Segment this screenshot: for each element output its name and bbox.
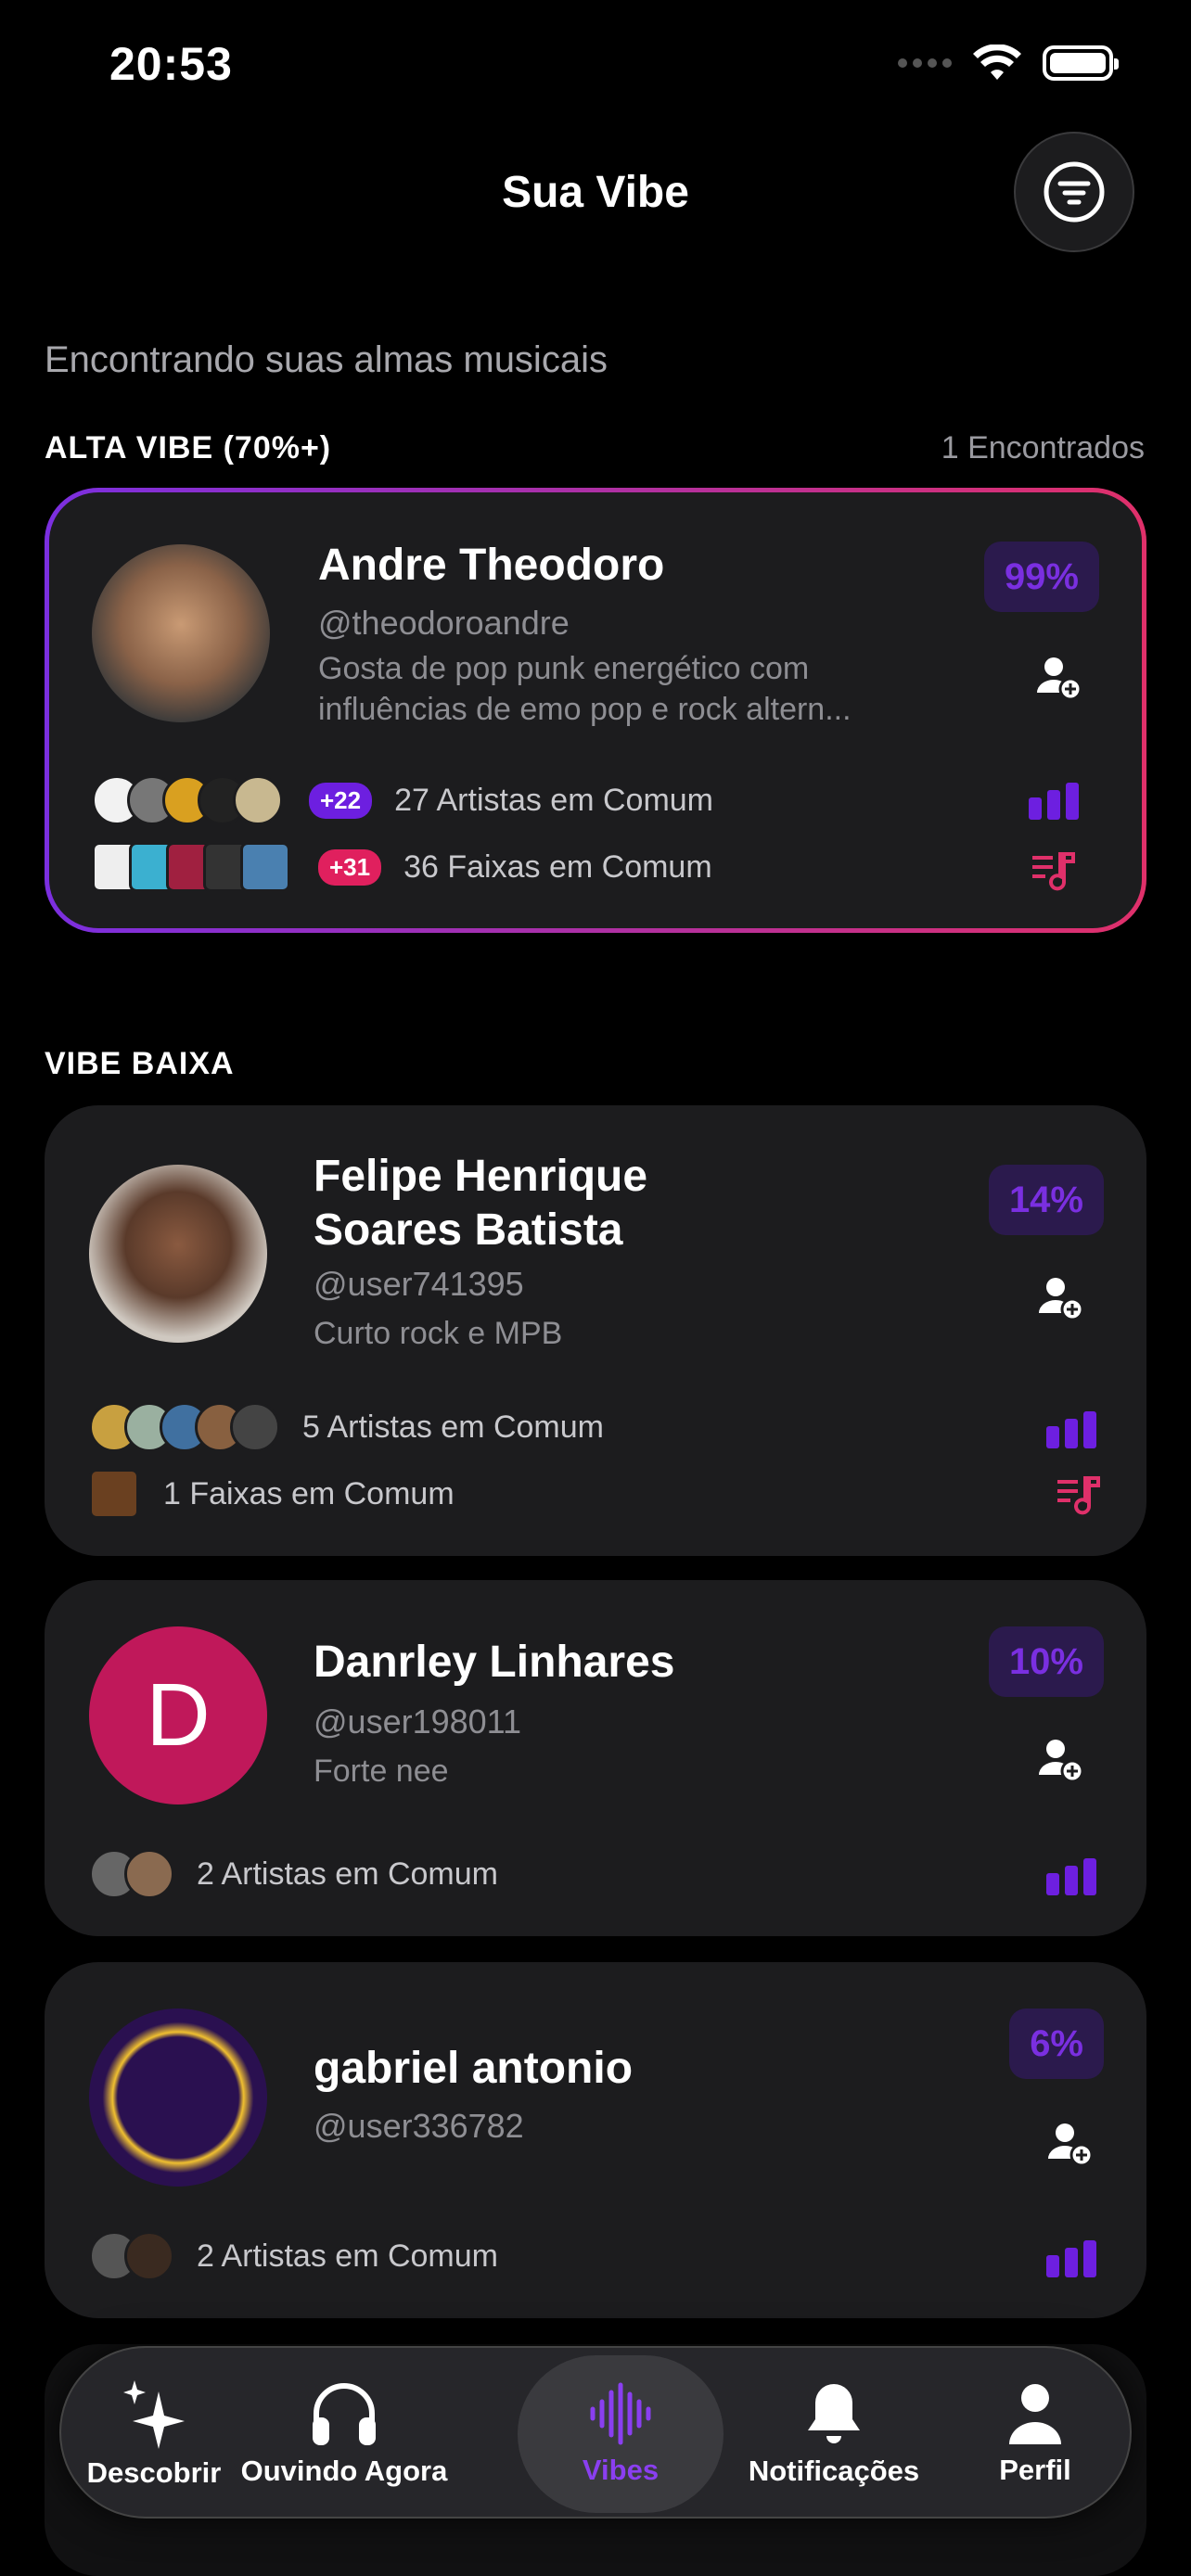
artists-extra-badge: +22 (309, 782, 373, 819)
user-name: gabriel antonio (314, 2044, 634, 2093)
avatar: D (89, 1626, 267, 1804)
user-handle: @user741395 (314, 1265, 524, 1303)
tab-label: Descobrir (86, 2456, 222, 2489)
user-name: Andre Theodoro (318, 541, 665, 590)
bar-chart-icon (1046, 1858, 1096, 1895)
bar-chart-icon (1046, 1411, 1096, 1448)
bar-chart-icon (1046, 2240, 1096, 2277)
music-list-icon (1057, 1476, 1100, 1515)
common-tracks-row: +31 36 Faixas em Comum (92, 842, 712, 892)
section-label-high: ALTA VIBE (70%+) (45, 430, 332, 465)
tab-label: Vibes (582, 2454, 660, 2486)
add-friend-icon[interactable] (1033, 1732, 1089, 1788)
tab-label: Ouvindo Agora (240, 2455, 448, 2487)
tab-vibes[interactable]: Vibes (518, 2355, 724, 2513)
add-friend-icon[interactable] (1043, 2116, 1098, 2172)
common-artists-text: 2 Artistas em Comum (197, 2238, 498, 2274)
bell-icon (808, 2384, 860, 2443)
user-bio: Forte nee (314, 1753, 449, 1789)
sparkles-icon (123, 2380, 185, 2449)
avatar (92, 544, 270, 722)
signal-icon (898, 58, 952, 68)
filter-icon (1044, 161, 1105, 223)
waveform-icon (590, 2382, 651, 2445)
common-artists-row: 5 Artistas em Comum (89, 1402, 604, 1452)
headphones-icon (313, 2383, 376, 2445)
match-card[interactable]: D Danrley Linhares @user198011 Forte nee… (45, 1580, 1146, 1936)
section-count-high: 1 Encontrados (941, 430, 1145, 465)
tab-notificacoes[interactable]: Notificações (727, 2348, 941, 2520)
artist-thumbnails (92, 775, 283, 825)
common-artists-text: 2 Artistas em Comum (197, 1855, 498, 1892)
avatar (89, 2009, 267, 2187)
user-bio: Gosta de pop punk energético com influên… (318, 651, 852, 727)
artist-thumbnails (89, 1849, 174, 1899)
tab-label: Perfil (999, 2454, 1071, 2486)
match-card[interactable]: gabriel antonio @user336782 6% 2 Artista… (45, 1962, 1146, 2318)
common-artists-row: +22 27 Artistas em Comum (92, 775, 713, 825)
common-tracks-text: 36 Faixas em Comum (403, 848, 712, 885)
common-artists-text: 5 Artistas em Comum (302, 1409, 604, 1445)
artist-thumbnails (89, 2231, 174, 2281)
user-name: Danrley Linhares (314, 1638, 675, 1687)
tab-perfil[interactable]: Perfil (961, 2348, 1109, 2520)
user-handle: @user198011 (314, 1702, 522, 1741)
add-friend-icon[interactable] (1033, 1270, 1089, 1326)
match-percent: 6% (1009, 2009, 1104, 2079)
user-handle: @theodoroandre (318, 604, 570, 642)
user-bio: Curto rock e MPB (314, 1316, 563, 1351)
tab-descobrir[interactable]: Descobrir (80, 2348, 228, 2520)
tab-bar: Descobrir Ouvindo Agora Vibes Notificaçõ… (59, 2346, 1132, 2519)
add-friend-icon[interactable] (1031, 650, 1087, 706)
user-handle: @user336782 (314, 2107, 524, 2145)
tab-ouvindo-agora[interactable]: Ouvindo Agora (228, 2348, 460, 2520)
common-tracks-row: 1 Faixas em Comum (89, 1469, 455, 1519)
track-thumbnails (92, 842, 290, 892)
common-tracks-text: 1 Faixas em Comum (163, 1475, 455, 1511)
page-title: Sua Vibe (502, 168, 689, 217)
avatar-initial: D (146, 1665, 211, 1765)
status-icons (898, 45, 1119, 82)
tab-label: Notificações (748, 2455, 920, 2487)
common-artists-text: 27 Artistas em Comum (394, 782, 713, 818)
bar-chart-icon (1029, 783, 1079, 820)
person-icon (1009, 2384, 1061, 2444)
status-time: 20:53 (109, 38, 233, 90)
user-name: Felipe Henrique Soares Batista (314, 1152, 648, 1255)
common-artists-row: 2 Artistas em Comum (89, 1849, 498, 1899)
wifi-icon (973, 45, 1021, 80)
match-card[interactable]: Andre Theodoro @theodoroandre Gosta de p… (45, 488, 1146, 933)
page-subtitle: Encontrando suas almas musicais (45, 339, 608, 380)
avatar (89, 1165, 267, 1343)
common-artists-row: 2 Artistas em Comum (89, 2231, 498, 2281)
match-percent: 99% (983, 542, 1099, 612)
match-card[interactable]: Felipe Henrique Soares Batista @user7413… (45, 1105, 1146, 1556)
filter-button[interactable] (1014, 132, 1134, 252)
music-list-icon (1032, 852, 1075, 891)
match-percent: 14% (988, 1165, 1104, 1235)
status-bar: 20:53 (0, 0, 1191, 139)
artist-thumbnails (89, 1402, 280, 1452)
section-label-low: VIBE BAIXA (45, 1046, 235, 1081)
match-percent: 10% (988, 1626, 1104, 1697)
tracks-extra-badge: +31 (318, 848, 382, 886)
track-thumbnails (89, 1469, 139, 1519)
battery-icon (1043, 45, 1119, 81)
